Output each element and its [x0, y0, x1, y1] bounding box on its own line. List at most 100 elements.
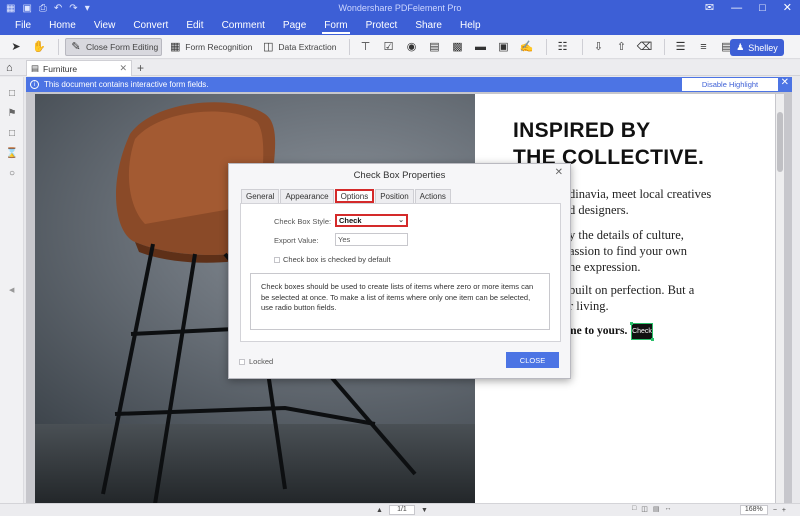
- page-number-input[interactable]: 1/1: [388, 505, 415, 515]
- menu-protect[interactable]: Protect: [357, 17, 407, 35]
- menu-view[interactable]: View: [85, 17, 125, 35]
- check-box-field[interactable]: Check: [630, 322, 654, 341]
- form-recognition-icon: ▦: [170, 41, 181, 53]
- calculate-icon: ☰: [675, 41, 686, 53]
- notification-message: This document contains interactive form …: [44, 80, 209, 89]
- menu-form[interactable]: Form: [315, 17, 356, 35]
- close-button[interactable]: CLOSE: [506, 352, 559, 368]
- next-page-icon[interactable]: ▼: [421, 507, 428, 514]
- locked-checkbox[interactable]: [239, 358, 245, 365]
- tab-options[interactable]: Options: [334, 189, 375, 203]
- tab-position[interactable]: Position: [375, 189, 414, 203]
- select-tool-button[interactable]: ➤: [6, 38, 26, 56]
- maximize-button[interactable]: □: [759, 2, 766, 14]
- calculate-button[interactable]: ☰: [671, 38, 691, 56]
- thumbnails-icon[interactable]: □: [6, 87, 18, 99]
- menu-page[interactable]: Page: [274, 17, 315, 35]
- mail-icon[interactable]: ✉: [705, 2, 714, 14]
- list-box-icon: ▤: [429, 41, 440, 53]
- locked-label: Locked: [249, 357, 274, 366]
- align-button[interactable]: ≡: [694, 38, 714, 56]
- tab-general[interactable]: General: [241, 189, 280, 203]
- search-icon[interactable]: ○: [6, 167, 18, 179]
- menu-home[interactable]: Home: [40, 17, 85, 35]
- scroll-view-icon[interactable]: ▤: [653, 505, 660, 513]
- zoom-control: 168% − +: [739, 505, 786, 515]
- tab-label: Furniture: [43, 63, 78, 74]
- default-checked-checkbox[interactable]: [274, 256, 280, 263]
- default-checked-label: Check box is checked by default: [283, 255, 391, 264]
- comment-icon[interactable]: □: [6, 127, 18, 139]
- close-tab-icon[interactable]: ✕: [119, 63, 127, 74]
- toolbar-divider: [58, 38, 59, 55]
- check-box-icon: ☑: [383, 41, 394, 53]
- tab-actions[interactable]: Actions: [414, 189, 451, 203]
- menu-share[interactable]: Share: [406, 17, 451, 35]
- close-notification-icon[interactable]: ✕: [781, 77, 789, 88]
- tab-furniture[interactable]: ▤ Furniture ✕: [26, 60, 132, 76]
- style-value: Check: [339, 216, 362, 225]
- document-tab-bar: ⌂ ▤ Furniture ✕ +: [0, 60, 800, 76]
- minimize-button[interactable]: —: [731, 2, 742, 14]
- combo-box-button[interactable]: ▩: [448, 38, 468, 56]
- text-field-icon: ⊤: [360, 41, 371, 53]
- default-checked-option[interactable]: Check box is checked by default: [274, 255, 391, 264]
- dialog-close-icon[interactable]: ✕: [555, 167, 563, 178]
- close-window-button[interactable]: ✕: [783, 2, 792, 14]
- home-icon[interactable]: ⌂: [6, 62, 13, 74]
- button-icon: ▬: [475, 40, 486, 53]
- tab-appearance[interactable]: Appearance: [280, 189, 334, 203]
- welcome-text: me to yours.: [567, 325, 628, 337]
- locked-option[interactable]: Locked: [239, 357, 273, 366]
- export-data-button[interactable]: ⇧: [612, 38, 632, 56]
- signature-field-button[interactable]: ✍: [517, 38, 537, 56]
- zoom-out-icon[interactable]: −: [773, 507, 777, 514]
- image-field-button[interactable]: ▣: [494, 38, 514, 56]
- export-icon: ⇧: [616, 41, 627, 53]
- scrollbar-thumb[interactable]: [777, 112, 783, 172]
- clear-form-button[interactable]: ⌫: [635, 38, 655, 56]
- text-field-button[interactable]: ⊤: [356, 38, 376, 56]
- bookmark-icon[interactable]: ⚑: [6, 107, 18, 119]
- menu-file[interactable]: File: [6, 17, 40, 35]
- data-extraction-icon: ◫: [263, 41, 274, 53]
- export-value-input[interactable]: Yes: [335, 233, 408, 246]
- attachment-icon[interactable]: ⌛: [6, 147, 18, 159]
- menu-bar: File Home View Convert Edit Comment Page…: [0, 17, 800, 35]
- button-tool[interactable]: ▬: [471, 38, 491, 56]
- dialog-tabs: General Appearance Options Position Acti…: [241, 189, 452, 203]
- paragraph-3: built on perfection. But a r living.: [569, 282, 694, 314]
- import-data-button[interactable]: ⇩: [589, 38, 609, 56]
- form-recognition-button[interactable]: ▦ Form Recognition: [165, 38, 255, 56]
- add-tab-button[interactable]: +: [137, 61, 144, 75]
- close-form-editing-button[interactable]: ✎ Close Form Editing: [65, 37, 163, 56]
- two-page-icon[interactable]: ◫: [641, 505, 648, 513]
- check-box-description: Check boxes should be used to create lis…: [250, 273, 550, 330]
- menu-convert[interactable]: Convert: [124, 17, 177, 35]
- menu-edit[interactable]: Edit: [177, 17, 212, 35]
- zoom-level[interactable]: 168%: [739, 505, 768, 515]
- single-page-icon[interactable]: □: [632, 505, 636, 513]
- previous-page-icon[interactable]: ▲: [376, 507, 383, 514]
- data-extraction-label: Data Extraction: [278, 41, 337, 52]
- field-properties-button[interactable]: ☷: [553, 38, 573, 56]
- menu-help[interactable]: Help: [451, 17, 490, 35]
- disable-highlight-button[interactable]: Disable Highlight: [682, 78, 778, 91]
- form-toolbar: ➤ ✋ ✎ Close Form Editing ▦ Form Recognit…: [0, 35, 800, 59]
- headline-line-1: INSPIRED BY: [513, 119, 651, 142]
- list-box-button[interactable]: ▤: [425, 38, 445, 56]
- data-extraction-button[interactable]: ◫ Data Extraction: [258, 38, 339, 56]
- radio-button-tool[interactable]: ◉: [402, 38, 422, 56]
- menu-comment[interactable]: Comment: [213, 17, 274, 35]
- hand-tool-button[interactable]: ✋: [29, 38, 49, 56]
- fit-width-icon[interactable]: ↔: [664, 505, 671, 513]
- check-box-button[interactable]: ☑: [379, 38, 399, 56]
- collapse-sidebar-icon[interactable]: ◀: [9, 286, 14, 294]
- user-account-button[interactable]: ♟ Shelley: [730, 39, 784, 56]
- hand-icon: ✋: [32, 41, 46, 53]
- pdf-file-icon: ▤: [31, 63, 40, 73]
- vertical-scrollbar[interactable]: [776, 94, 784, 503]
- zoom-in-icon[interactable]: +: [782, 507, 786, 514]
- user-icon: ♟: [736, 42, 745, 52]
- check-box-style-select[interactable]: Check ⌄: [335, 214, 408, 227]
